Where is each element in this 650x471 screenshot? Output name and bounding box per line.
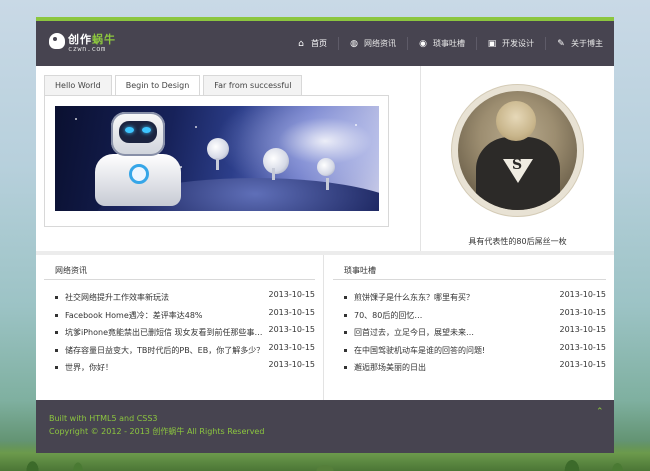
avatar-head — [496, 101, 536, 141]
superman-s-letter: S — [512, 157, 523, 173]
article-link[interactable]: 煎饼馃子是什么东东？哪里有买？ — [354, 289, 474, 307]
column-rule — [44, 279, 315, 280]
star — [355, 124, 357, 126]
robot-body — [95, 154, 181, 206]
robot-eye — [125, 127, 134, 133]
star — [75, 118, 77, 120]
article-link[interactable]: 在中国驾驶机动车是谁的回答的问题! — [354, 342, 485, 360]
tab-hello-world[interactable]: Hello World — [44, 75, 112, 95]
robot-head — [111, 112, 165, 156]
article-link[interactable]: 70、80后的回忆… — [354, 307, 422, 325]
nav-item-about[interactable]: ✎ 关于博主 — [545, 21, 614, 66]
web-news-column: 网络资讯 社交网络提升工作效率新玩法 2013-10-15 Facebook Ho… — [36, 255, 324, 400]
home-icon: ⌂ — [298, 38, 304, 49]
site-logo[interactable]: 创作蜗牛 czwn.com — [49, 30, 129, 58]
site-footer: Built with HTML5 and CSS3 Copyright © 20… — [36, 400, 614, 453]
snail-logo-icon — [49, 33, 65, 49]
column-title: 网络资讯 — [55, 266, 87, 275]
avatar-frame: S — [451, 84, 584, 217]
article-date: 2013-10-15 — [268, 307, 316, 317]
tab-far-from-successful[interactable]: Far from successful — [203, 75, 303, 95]
article-date: 2013-10-15 — [559, 360, 607, 369]
article-date: 2013-10-15 — [559, 342, 607, 352]
list-item: 邂逅那场美丽的日出 2013-10-15 — [344, 359, 606, 377]
article-link[interactable]: 邂逅那场美丽的日出 — [354, 359, 426, 377]
pen-icon: ✎ — [557, 38, 565, 49]
satellite-dish-icon — [317, 158, 335, 190]
column-title: 琐事吐槽 — [344, 266, 376, 275]
page-container: 创作蜗牛 czwn.com ⌂ 首页 ◍ 网络资讯 ◉ 琐事吐槽 ▣ 开发设计 … — [36, 17, 614, 453]
article-link[interactable]: 世界，你好！ — [65, 359, 113, 377]
article-link[interactable]: 回首过去，立足今日，展望未来… — [354, 324, 474, 342]
nav-item-label: 关于博主 — [571, 39, 603, 48]
article-link[interactable]: 储存容量日益变大，TB时代后的PB、EB，你了解多少？ — [65, 342, 264, 360]
article-link[interactable]: 社交网络提升工作效率新玩法 — [65, 289, 169, 307]
nav-item-label: 琐事吐槽 — [433, 39, 465, 48]
satellite-dish-icon — [263, 148, 289, 180]
nav-item-rants[interactable]: ◉ 琐事吐槽 — [407, 21, 476, 66]
profile-caption: 具有代表性的80后屌丝一枚 — [468, 237, 567, 246]
footer-copyright: Copyright © 2012 - 2013 创作蜗牛 All Rights … — [49, 427, 265, 436]
html5-icon: ▣ — [487, 38, 497, 49]
article-date: 2013-10-15 — [268, 290, 316, 299]
article-link[interactable]: Facebook Home遇冷：差评率达48% — [65, 307, 203, 325]
robot-banner-image — [55, 106, 379, 211]
chat-icon: ◉ — [419, 38, 427, 49]
article-lists: 网络资讯 社交网络提升工作效率新玩法 2013-10-15 Facebook Ho… — [36, 255, 614, 400]
site-header: 创作蜗牛 czwn.com ⌂ 首页 ◍ 网络资讯 ◉ 琐事吐槽 ▣ 开发设计 … — [36, 21, 614, 66]
profile-panel: S 具有代表性的80后屌丝一枚 — [421, 66, 614, 251]
nav-item-web-news[interactable]: ◍ 网络资讯 — [338, 21, 407, 66]
tab-content — [44, 95, 389, 227]
logo-domain-text: czwn.com — [68, 45, 106, 53]
rants-list: 煎饼馃子是什么东东？哪里有买？ 2013-10-15 70、80后的回忆… 2013… — [344, 289, 606, 377]
robot-visor — [119, 121, 157, 143]
article-date: 2013-10-15 — [559, 325, 607, 334]
nav-item-dev-design[interactable]: ▣ 开发设计 — [476, 21, 545, 66]
article-date: 2013-10-15 — [559, 307, 607, 317]
tabs-panel: Hello World Begin to Design Far from suc… — [36, 66, 421, 251]
rants-column: 琐事吐槽 煎饼馃子是什么东东？哪里有买？ 2013-10-15 70、80后的回忆… — [325, 255, 614, 400]
top-section: Hello World Begin to Design Far from suc… — [36, 66, 614, 251]
article-date: 2013-10-15 — [268, 360, 316, 369]
back-to-top-icon[interactable]: ⌃ — [596, 408, 604, 417]
nav-item-label: 首页 — [311, 39, 327, 48]
star — [195, 126, 197, 128]
article-date: 2013-10-15 — [268, 325, 316, 334]
tab-begin-to-design[interactable]: Begin to Design — [114, 75, 201, 96]
main-nav: ⌂ 首页 ◍ 网络资讯 ◉ 琐事吐槽 ▣ 开发设计 ✎ 关于博主 — [285, 21, 614, 66]
footer-built-with: Built with HTML5 and CSS3 — [49, 414, 158, 423]
web-news-list: 社交网络提升工作效率新玩法 2013-10-15 Facebook Home遇冷：… — [55, 289, 315, 377]
list-item: 世界，你好！ 2013-10-15 — [55, 359, 315, 377]
article-date: 2013-10-15 — [268, 342, 316, 352]
satellite-dish-icon — [207, 138, 229, 170]
article-link[interactable]: 坑爹iPhone竟能禁出已删短信 现女友看到前任那些事… — [65, 324, 263, 342]
globe-icon: ◍ — [350, 38, 358, 49]
robot-eye — [142, 127, 151, 133]
robot-chest-ring — [129, 164, 149, 184]
article-date: 2013-10-15 — [559, 290, 607, 299]
nav-item-label: 开发设计 — [502, 39, 534, 48]
avatar[interactable]: S — [458, 91, 577, 210]
nav-item-label: 网络资讯 — [364, 39, 396, 48]
column-rule — [333, 279, 606, 280]
tab-bar: Hello World Begin to Design Far from suc… — [44, 75, 305, 96]
nav-item-home[interactable]: ⌂ 首页 — [285, 21, 338, 66]
